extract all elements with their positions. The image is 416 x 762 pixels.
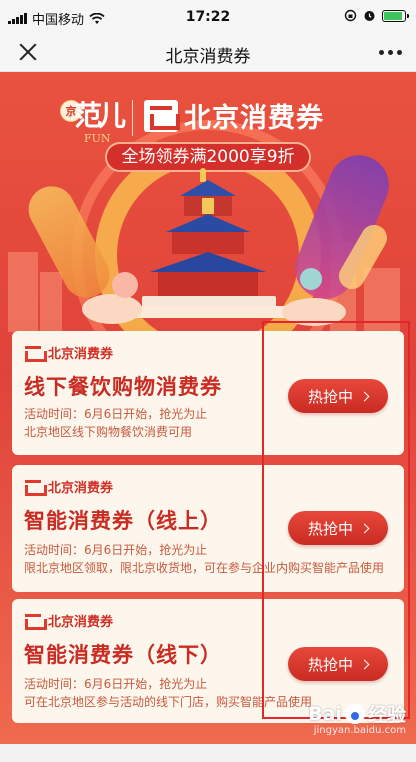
card-description: 活动时间：6月6日开始，抢光为止 可在北京地区参与活动的线下门店，购买智能产品使… xyxy=(24,675,312,711)
promo-banner: 京 范儿 FUN 北京消费券 全场领券满2000享9折 xyxy=(0,72,416,332)
card-time-line: 活动时间：6月6日开始，抢光为止 xyxy=(24,677,208,691)
bottom-strip xyxy=(0,744,416,762)
orientation-lock-icon xyxy=(344,9,357,22)
card-scope-line: 限北京地区领取，限北京收货地，可在参与企业内购买智能产品使用 xyxy=(24,561,385,575)
card-description: 活动时间：6月6日开始，抢光为止 限北京地区领取，限北京收货地，可在参与企业内购… xyxy=(24,541,384,577)
navigation-bar: 北京消费券 xyxy=(0,34,416,72)
page-title: 北京消费券 xyxy=(165,47,251,67)
banner-brand: 北京消费券 xyxy=(144,96,324,135)
coupon-card: 北京消费券 线下餐饮购物消费券 活动时间：6月6日开始，抢光为止 北京地区线下购… xyxy=(12,331,404,455)
logo-divider xyxy=(132,100,133,136)
coupon-brand-icon xyxy=(24,345,47,362)
grab-coupon-button[interactable]: 热抢中 xyxy=(288,647,388,681)
status-bar: 中国移动 17:22 xyxy=(0,0,416,34)
battery-icon xyxy=(382,9,409,22)
grab-coupon-label: 热抢中 xyxy=(307,388,353,406)
watermark-brand-a: Bai xyxy=(308,702,342,725)
cloud-decoration xyxy=(282,298,346,326)
card-brand: 北京消费券 xyxy=(24,477,113,496)
card-brand: 北京消费券 xyxy=(24,343,113,362)
card-brand: 北京消费券 xyxy=(24,611,113,630)
logo-script-text: 范儿 xyxy=(74,99,126,132)
coupon-card: 北京消费券 智能消费券（线上） 活动时间：6月6日开始，抢光为止 限北京地区领取… xyxy=(12,465,404,592)
status-right xyxy=(344,9,409,22)
banner-brand-title: 北京消费券 xyxy=(184,103,324,134)
chevron-right-icon xyxy=(359,659,370,669)
more-options-icon[interactable] xyxy=(379,50,402,55)
coupon-brand-icon xyxy=(24,613,47,630)
grab-coupon-label: 热抢中 xyxy=(307,520,353,538)
cloud-decoration xyxy=(300,268,322,290)
grab-coupon-button[interactable]: 热抢中 xyxy=(288,379,388,413)
alarm-clock-icon xyxy=(364,11,375,21)
watermark-url: jingyan.baidu.com xyxy=(313,725,406,736)
coupon-page: 京 范儿 FUN 北京消费券 全场领券满2000享9折 北京消费券 线下餐饮购物… xyxy=(0,72,416,744)
grab-coupon-label: 热抢中 xyxy=(307,656,353,674)
grab-coupon-button[interactable]: 热抢中 xyxy=(288,511,388,545)
coupon-brand-icon xyxy=(144,99,180,132)
temple-of-heaven-illustration xyxy=(118,168,300,318)
chevron-right-icon xyxy=(359,523,370,533)
watermark-brand-b: 经验 xyxy=(367,704,406,726)
card-description: 活动时间：6月6日开始，抢光为止 北京地区线下购物餐饮消费可用 xyxy=(24,405,207,441)
card-title: 线下餐饮购物消费券 xyxy=(24,375,222,399)
card-brand-label: 北京消费券 xyxy=(48,615,114,630)
cloud-decoration xyxy=(112,272,138,298)
card-title: 智能消费券（线下） xyxy=(24,643,222,667)
coupon-brand-icon xyxy=(24,479,47,496)
card-scope-line: 可在北京地区参与活动的线下门店，购买智能产品使用 xyxy=(24,695,313,709)
watermark-brand: Bai 经验 xyxy=(308,700,406,727)
card-brand-label: 北京消费券 xyxy=(48,347,114,362)
chevron-right-icon xyxy=(359,391,370,401)
card-scope-line: 北京地区线下购物餐饮消费可用 xyxy=(24,425,193,439)
card-title: 智能消费券（线上） xyxy=(24,509,222,533)
card-time-line: 活动时间：6月6日开始，抢光为止 xyxy=(24,407,208,421)
cloud-decoration xyxy=(82,294,142,324)
baidu-jingyan-watermark: Bai 经验 jingyan.baidu.com xyxy=(308,700,406,737)
battery-fill xyxy=(384,11,402,20)
logo-fun-text: FUN xyxy=(84,132,111,145)
baidu-paw-icon xyxy=(344,703,365,724)
card-brand-label: 北京消费券 xyxy=(48,481,114,496)
